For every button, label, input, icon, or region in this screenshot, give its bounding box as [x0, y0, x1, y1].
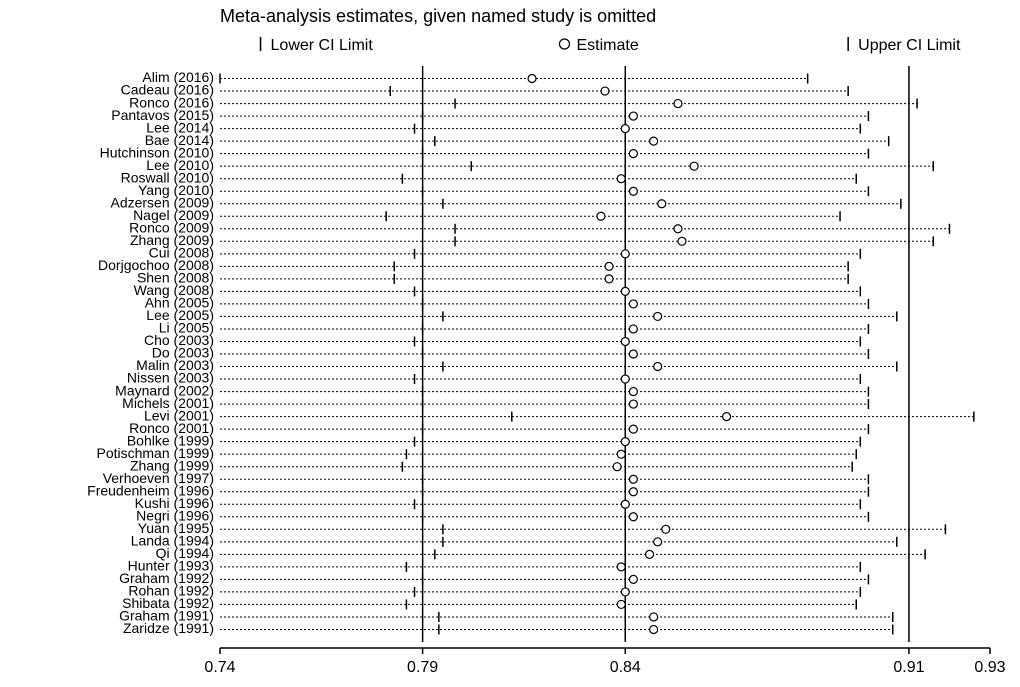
estimate-point-icon — [629, 575, 637, 583]
estimate-point-icon — [621, 287, 629, 295]
estimate-point-icon — [629, 388, 637, 396]
estimate-point-icon — [650, 625, 658, 633]
estimate-point-icon — [617, 175, 625, 183]
estimate-point-icon — [621, 500, 629, 508]
estimate-point-icon — [621, 125, 629, 133]
x-tick-label: 0.79 — [407, 659, 438, 676]
estimate-point-icon — [621, 375, 629, 383]
estimate-point-icon — [650, 137, 658, 145]
estimate-point-icon — [621, 438, 629, 446]
legend-upper-label: Upper CI Limit — [858, 37, 961, 54]
estimate-point-icon — [646, 550, 654, 558]
estimate-point-icon — [629, 350, 637, 358]
estimate-point-icon — [617, 450, 625, 458]
estimate-point-icon — [617, 600, 625, 608]
chart-title: Meta-analysis estimates, given named stu… — [220, 6, 656, 26]
x-tick-label: 0.91 — [893, 659, 924, 676]
estimate-point-icon — [674, 100, 682, 108]
estimate-point-icon — [658, 200, 666, 208]
estimate-point-icon — [528, 75, 536, 83]
estimate-point-icon — [650, 613, 658, 621]
x-tick-label: 0.74 — [204, 659, 235, 676]
estimate-point-icon — [629, 325, 637, 333]
legend-estimate-label: Estimate — [576, 37, 638, 54]
estimate-point-icon — [690, 162, 698, 170]
estimate-point-icon — [629, 112, 637, 120]
estimate-point-icon — [621, 337, 629, 345]
estimate-point-icon — [654, 363, 662, 371]
legend-estimate-circle-icon — [559, 39, 569, 49]
forest-plot-container: Meta-analysis estimates, given named stu… — [0, 0, 1020, 687]
forest-plot-svg: Meta-analysis estimates, given named stu… — [0, 0, 1020, 687]
estimate-point-icon — [621, 588, 629, 596]
estimate-point-icon — [605, 262, 613, 270]
estimate-point-icon — [597, 212, 605, 220]
estimate-point-icon — [617, 563, 625, 571]
estimate-point-icon — [662, 525, 670, 533]
x-tick-label: 0.84 — [610, 659, 641, 676]
estimate-point-icon — [654, 312, 662, 320]
estimate-point-icon — [654, 538, 662, 546]
estimate-point-icon — [613, 463, 621, 471]
estimate-point-icon — [601, 87, 609, 95]
estimate-point-icon — [621, 250, 629, 258]
estimate-point-icon — [629, 300, 637, 308]
estimate-point-icon — [674, 225, 682, 233]
estimate-point-icon — [629, 150, 637, 158]
estimate-point-icon — [629, 513, 637, 521]
estimate-point-icon — [629, 475, 637, 483]
estimate-point-icon — [723, 413, 731, 421]
estimate-point-icon — [605, 275, 613, 283]
estimate-point-icon — [629, 187, 637, 195]
x-tick-label: 0.93 — [974, 659, 1005, 676]
estimate-point-icon — [629, 488, 637, 496]
estimate-point-icon — [629, 400, 637, 408]
study-label: Zaridze (1991) — [123, 620, 214, 636]
estimate-point-icon — [678, 237, 686, 245]
estimate-point-icon — [629, 425, 637, 433]
legend-lower-label: Lower CI Limit — [271, 37, 374, 54]
